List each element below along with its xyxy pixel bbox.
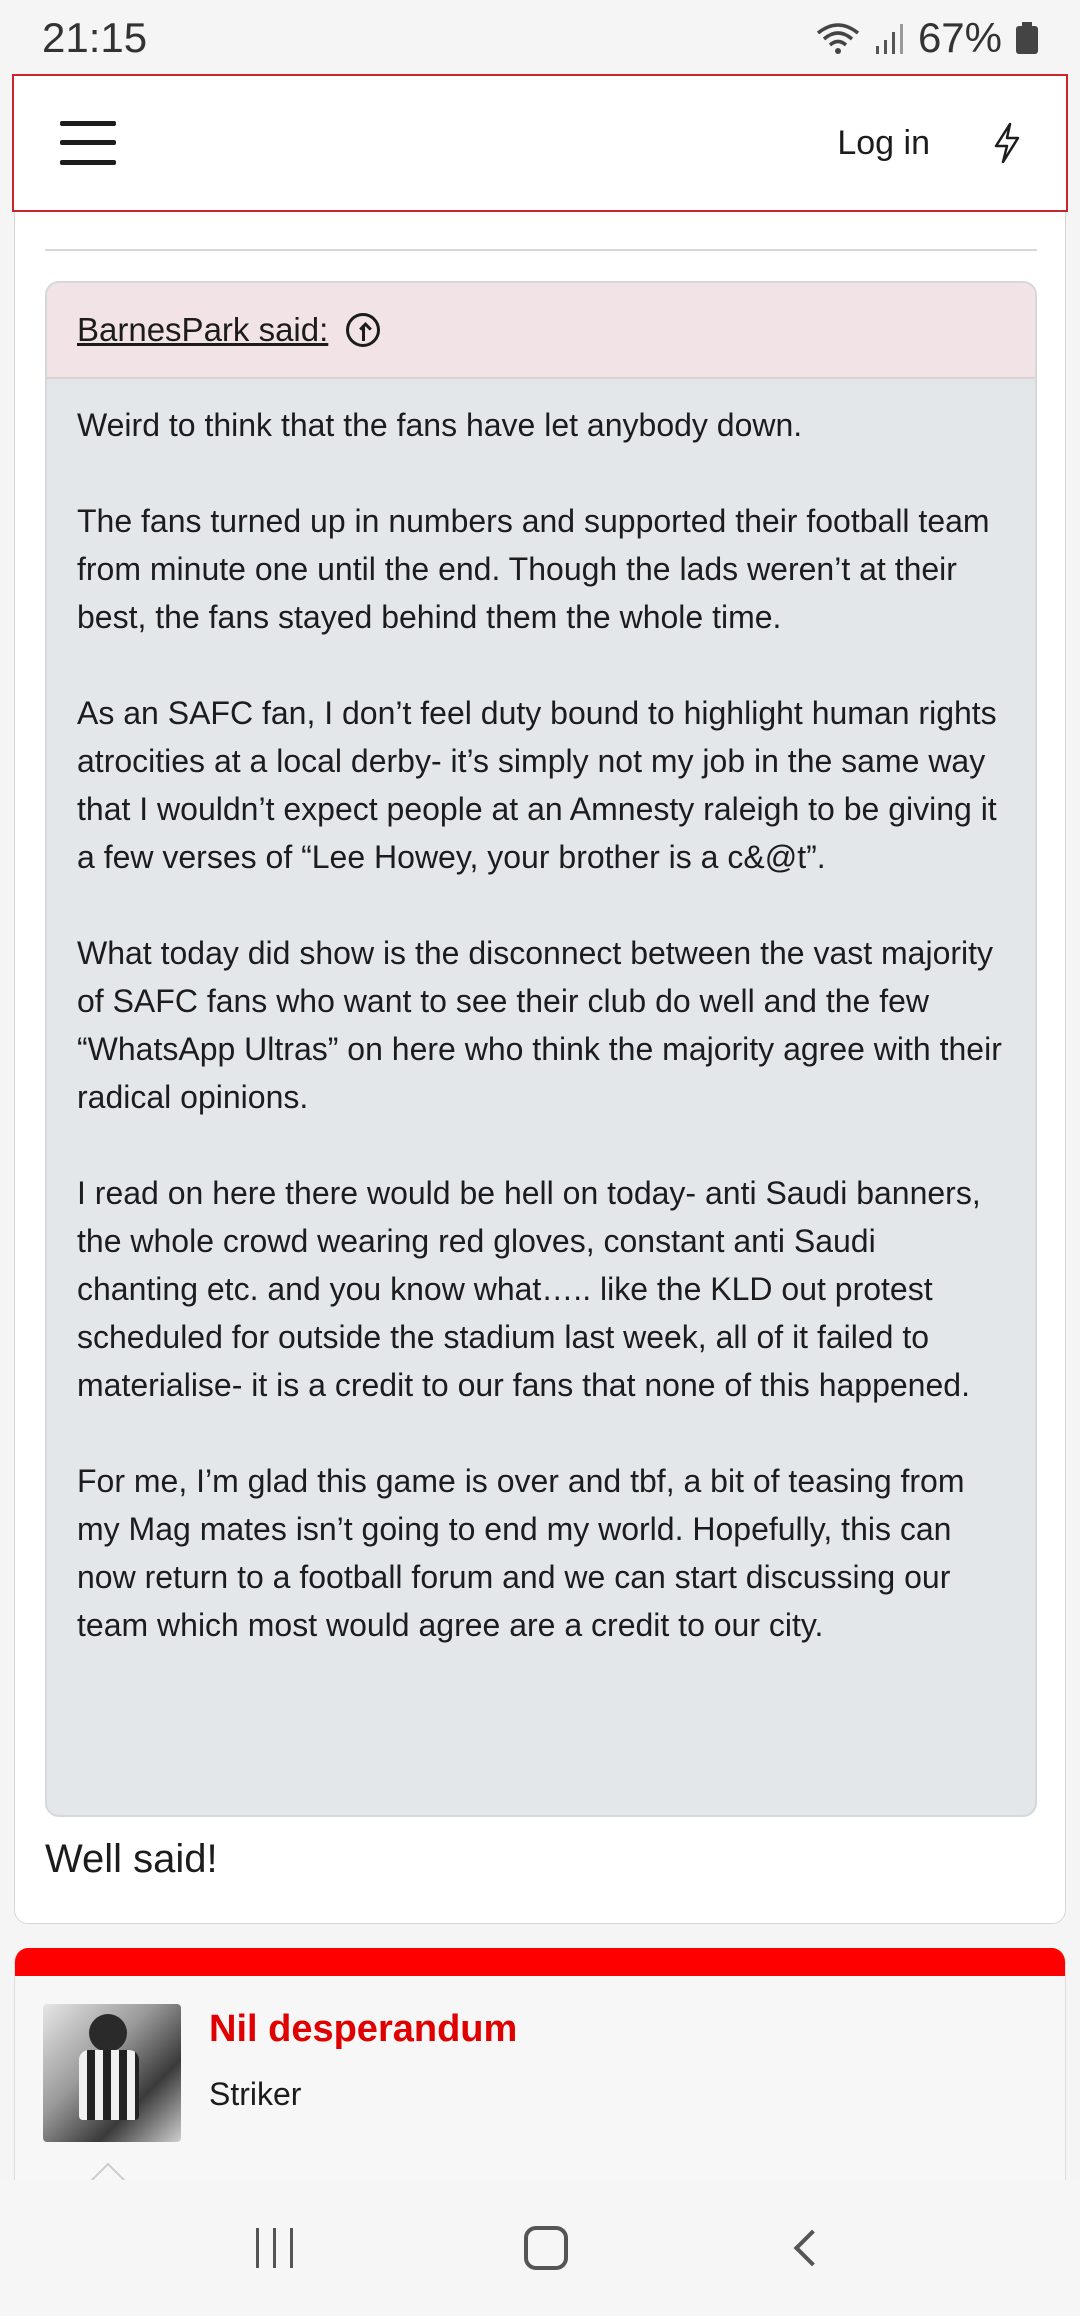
home-icon[interactable] [523, 2226, 568, 2270]
status-time: 21:15 [42, 14, 148, 61]
quote-paragraph: I read on here there would be hell on to… [77, 1175, 981, 1403]
hamburger-icon[interactable] [60, 121, 116, 165]
divider [45, 249, 1037, 251]
quote-paragraph: As an SAFC fan, I don’t feel duty bound … [77, 695, 997, 875]
battery-percent: 67% [917, 14, 1002, 61]
wifi-icon [816, 23, 860, 54]
reply-text: Well said! [45, 1837, 218, 1881]
quote-author-link[interactable]: BarnesPark said: [77, 311, 328, 349]
system-nav-bar [0, 2180, 1080, 2316]
arrow-up-circle-icon[interactable] [346, 313, 381, 347]
post-card: BarnesPark said: Weird to think that the… [14, 150, 1066, 1924]
status-bar: 21:15 67% [0, 0, 1080, 76]
quote-body: Weird to think that the fans have let an… [47, 379, 1035, 1649]
quote-block: BarnesPark said: Weird to think that the… [45, 281, 1037, 1817]
recents-icon[interactable] [255, 2228, 293, 2268]
back-icon[interactable] [793, 2229, 830, 2267]
battery-icon [1016, 22, 1038, 54]
status-icons: 67% [816, 14, 1038, 62]
top-header: Log in [12, 74, 1068, 212]
post-accent-bar [15, 1948, 1065, 1976]
bolt-icon[interactable] [992, 122, 1022, 164]
avatar[interactable] [43, 2004, 181, 2142]
quote-header: BarnesPark said: [47, 283, 1035, 379]
signal-icon [875, 24, 903, 54]
quote-paragraph: For me, I’m glad this game is over and t… [77, 1463, 965, 1643]
poster-role: Striker [209, 2076, 302, 2112]
quote-paragraph: Weird to think that the fans have let an… [77, 407, 803, 443]
login-button[interactable]: Log in [837, 124, 930, 163]
quote-paragraph: The fans turned up in numbers and suppor… [77, 503, 990, 635]
quote-paragraph: What today did show is the disconnect be… [77, 935, 1002, 1115]
poster-name-link[interactable]: Nil desperandum [209, 2008, 517, 2051]
